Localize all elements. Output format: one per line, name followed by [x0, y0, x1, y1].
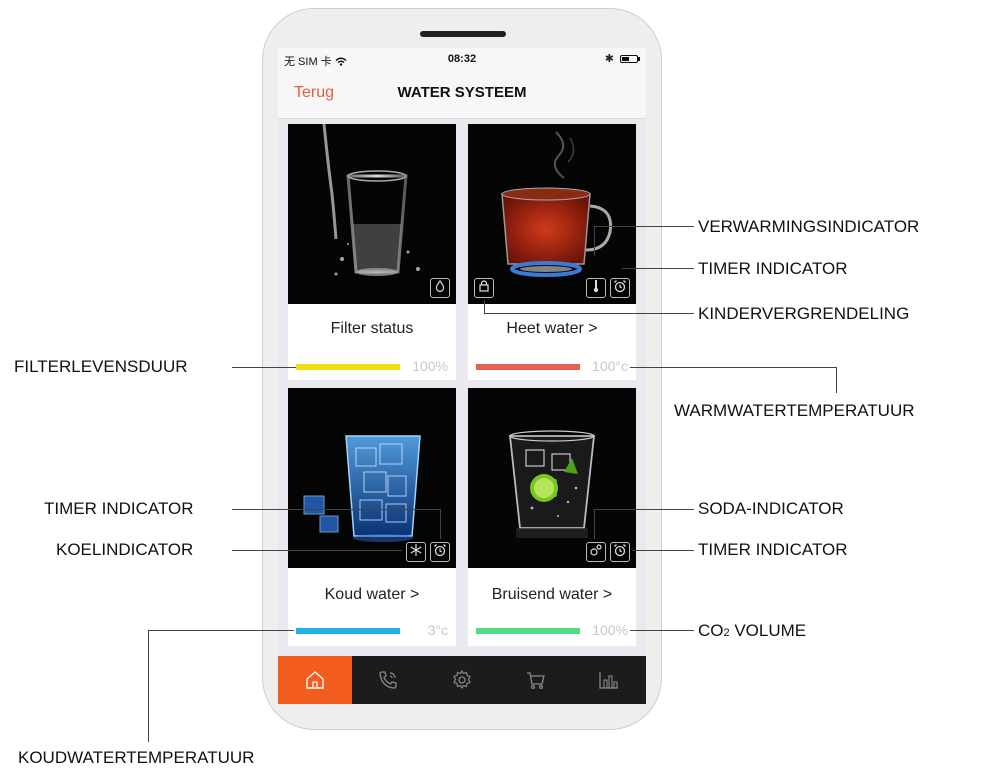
co2-volume-bar	[476, 628, 580, 634]
hot-water-photo	[468, 124, 636, 304]
stats-icon	[599, 672, 619, 689]
speaker-grille	[420, 31, 506, 37]
card-title: Filter status	[330, 320, 414, 337]
bluetooth-icon: ✱	[604, 53, 614, 65]
annotation-timer-indicator-soda: TIMER INDICATOR	[698, 540, 848, 559]
leader-kinderslot-h	[484, 313, 694, 314]
leader-cold-temp	[148, 630, 294, 631]
annotation-filterlevensduur: FILTERLEVENSDUUR	[14, 357, 188, 376]
cold-temperature-value: 3°c	[427, 622, 448, 638]
page-title: WATER SYSTEEM	[397, 84, 527, 101]
leader-hot-temp-v	[836, 367, 837, 393]
leader-verwarming	[594, 226, 595, 256]
leader-cold-temp-v	[148, 630, 149, 742]
leader-verwarming-h	[594, 226, 694, 227]
hot-temperature-bar	[476, 364, 580, 370]
drop-icon	[430, 278, 450, 298]
battery-tip	[638, 57, 640, 61]
tab-settings[interactable]	[425, 656, 499, 704]
leader-soda-v	[594, 509, 595, 539]
cold-temperature-bar	[296, 628, 400, 634]
annotation-warmwatertemperatuur: WARMWATERTEMPERATUUR	[674, 401, 915, 420]
hot-temperature-value: 100°c	[592, 358, 628, 374]
thermometer-icon	[586, 278, 606, 298]
filter-level-bar	[296, 364, 400, 370]
bubbles-icon	[586, 542, 606, 562]
annotation-kindervergrendeling: KINDERVERGRENDELING	[698, 304, 910, 323]
cold-water-card[interactable]: Koud water > 3°c	[288, 388, 456, 646]
app-screen: 无 SIM 卡 08:32 ✱ Terug WATER SYSTEEM Filt…	[278, 48, 646, 704]
phone-icon	[379, 671, 398, 689]
status-bar: 无 SIM 卡 08:32 ✱	[278, 48, 646, 70]
home-icon	[306, 671, 324, 689]
alarm-clock-icon	[610, 542, 630, 562]
settings-icon	[453, 669, 471, 690]
filter-water-photo	[288, 124, 456, 304]
snowflake-icon	[406, 542, 426, 562]
hot-water-card[interactable]: Heet water > 100°c	[468, 124, 636, 380]
leader-soda	[594, 509, 694, 510]
tab-phone[interactable]	[352, 656, 426, 704]
annotation-verwarmingsindicator: VERWARMINGSINDICATOR	[698, 217, 920, 236]
alarm-clock-icon	[610, 278, 630, 298]
tab-bar	[278, 656, 646, 704]
leader-timer-soda	[632, 550, 694, 551]
leader-hot-temp	[630, 367, 836, 368]
co2-volume-value: 100%	[592, 622, 628, 638]
cart-icon	[526, 672, 545, 690]
leader-co2	[630, 630, 694, 631]
leader-timer-cold	[232, 509, 440, 510]
card-title: Koud water >	[324, 586, 420, 603]
sparkling-water-photo	[468, 388, 636, 568]
tab-stats[interactable]	[572, 656, 646, 704]
filter-status-card[interactable]: Filter status 100%	[288, 124, 456, 380]
clock: 08:32	[447, 53, 477, 65]
nav-bar: Terug WATER SYSTEEM	[278, 70, 646, 119]
co2-suffix: VOLUME	[729, 621, 807, 640]
annotation-co2-volume: CO2 VOLUME	[698, 621, 806, 641]
card-title: Heet water >	[506, 320, 598, 337]
filter-level-value: 100%	[412, 358, 448, 374]
annotation-soda-indicator: SODA-INDICATOR	[698, 499, 844, 518]
leader-kinderslot	[484, 300, 485, 314]
annotation-koelindicator: KOELINDICATOR	[56, 540, 194, 559]
cold-water-photo	[288, 388, 456, 568]
alarm-clock-icon	[430, 542, 450, 562]
leader-timer-hot	[622, 268, 694, 269]
co2-prefix: CO	[698, 621, 724, 640]
annotation-koudwatertemperatuur: KOUDWATERTEMPERATUUR	[18, 748, 255, 767]
sparkling-water-card[interactable]: Bruisend water > 100%	[468, 388, 636, 646]
lock-icon	[474, 278, 494, 298]
annotation-timer-indicator-cold: TIMER INDICATOR	[44, 499, 194, 518]
leader-timer-cold-v	[440, 509, 441, 539]
leader-filter	[232, 367, 296, 368]
card-title: Bruisend water >	[491, 586, 613, 603]
battery-icon	[620, 55, 638, 63]
tab-cart[interactable]	[499, 656, 573, 704]
tab-home[interactable]	[278, 656, 352, 704]
annotation-timer-indicator-hot: TIMER INDICATOR	[698, 259, 848, 278]
leader-koel	[232, 550, 402, 551]
